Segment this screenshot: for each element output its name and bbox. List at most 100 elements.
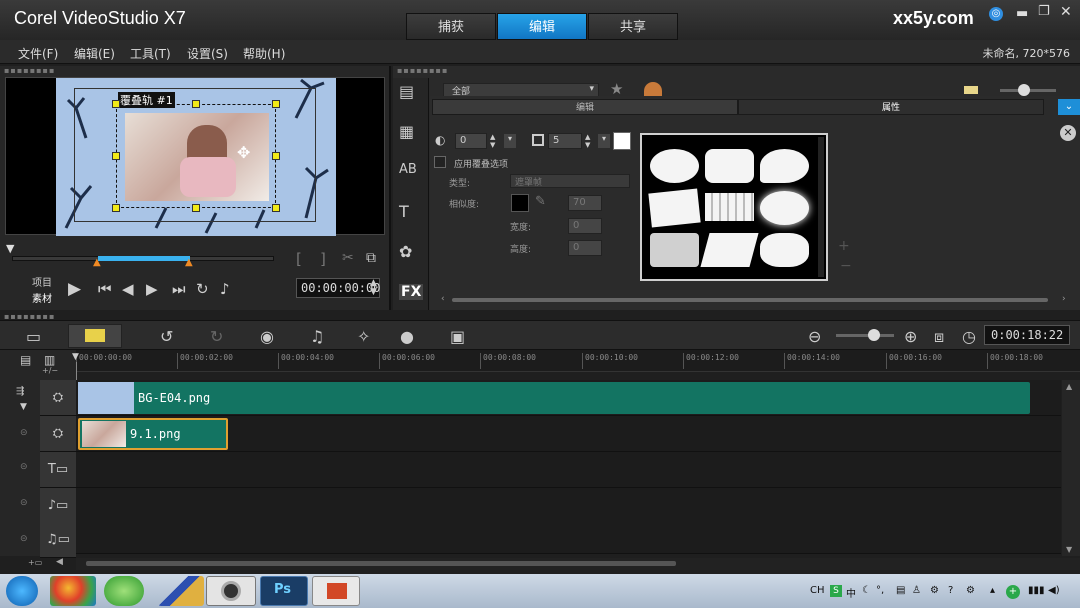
previous-frame-icon[interactable]: ◀ <box>122 280 134 298</box>
mask-shatter[interactable] <box>700 233 759 267</box>
transparency-stepper-icon[interactable]: ▲ ▼ <box>490 133 495 149</box>
resize-handle-t[interactable] <box>192 100 200 108</box>
overlay-track-header-icon[interactable]: ⛭ <box>40 416 76 452</box>
menu-help[interactable]: 帮助(H) <box>243 45 285 62</box>
mode-project[interactable]: 项目 <box>32 274 52 289</box>
subtab-properties[interactable]: 属性 <box>738 99 1044 115</box>
clip-bg-e04[interactable]: BG-E04.png <box>78 382 1030 414</box>
menu-file[interactable]: 文件(F) <box>18 45 58 62</box>
media-icon[interactable]: ▤ <box>399 82 414 101</box>
tab-edit[interactable]: 编辑 <box>497 13 587 40</box>
overlay-selection[interactable]: ✥ <box>116 104 276 208</box>
scroll-up-icon[interactable]: ▲ <box>1066 382 1072 391</box>
key-color-swatch[interactable] <box>511 194 529 212</box>
mask-speech-bubble[interactable] <box>760 149 809 183</box>
panel-grip[interactable]: ▪▪▪▪▪▪▪▪ <box>4 66 55 75</box>
overlay-track-lock-icon[interactable]: ⊝ <box>20 462 28 472</box>
transition-icon[interactable]: ▦ <box>399 122 414 141</box>
timeline-grip[interactable]: ▪▪▪▪▪▪▪▪ <box>4 312 55 321</box>
tab-capture[interactable]: 捕获 <box>406 13 496 40</box>
menu-settings[interactable]: 设置(S) <box>187 45 228 62</box>
transparency-field[interactable]: 0 <box>455 133 487 149</box>
transparency-dropdown-icon[interactable]: ▾ <box>504 134 516 148</box>
tab-share[interactable]: 共享 <box>588 13 678 40</box>
thumbnail-size-knob[interactable] <box>1018 84 1030 96</box>
timeline-ruler[interactable]: 00:00:00:00 00:00:02:00 00:00:04:00 00:0… <box>76 350 1080 372</box>
apply-overlay-checkbox[interactable] <box>434 156 446 168</box>
graphics-icon[interactable]: ✿ <box>399 242 412 261</box>
mask-film-strip[interactable] <box>705 193 754 221</box>
mask-cloud[interactable] <box>760 233 809 267</box>
cookie-icon[interactable] <box>644 82 662 96</box>
close-icon[interactable]: ✕ <box>1060 4 1072 20</box>
tray-ime-icon[interactable]: S <box>830 585 842 597</box>
help-globe-icon[interactable]: ◎ <box>989 7 1003 21</box>
tray-chinese-icon[interactable]: 中 <box>846 585 856 600</box>
ripple-edit-icon[interactable]: ⇶ <box>16 386 24 397</box>
border-field[interactable]: 5 <box>548 133 582 149</box>
type-dropdown[interactable]: 遮罩帧 <box>510 174 630 188</box>
taskbar-powerpoint-icon[interactable] <box>312 576 360 606</box>
tray-expand-icon[interactable]: ▴ <box>990 585 995 596</box>
border-dropdown-icon[interactable]: ▾ <box>598 134 610 148</box>
width-field[interactable]: 0 <box>568 218 602 234</box>
resize-handle-tr[interactable] <box>272 100 280 108</box>
title-track-header-icon[interactable]: T▭ <box>40 452 76 488</box>
mask-frame-gallery[interactable] <box>640 133 828 281</box>
video-track-lock-icon[interactable]: ⊝ <box>20 428 28 438</box>
tray-security-icon[interactable]: + <box>1006 585 1020 599</box>
motion-tracking-icon[interactable]: ● <box>400 327 414 346</box>
tray-settings-icon[interactable]: ⚙ <box>966 585 975 596</box>
taskbar-paint-icon[interactable] <box>158 576 204 606</box>
sound-mixer-icon[interactable]: ♫ <box>310 327 324 346</box>
tray-keyboard-icon[interactable]: ▤ <box>896 585 905 596</box>
resize-handle-l[interactable] <box>112 152 120 160</box>
timeline-scroll-left-icon[interactable]: ◀ <box>56 557 63 567</box>
playhead-icon[interactable]: ▼ <box>72 352 79 362</box>
tray-tools-icon[interactable]: ⚙ <box>930 585 939 596</box>
mark-in-button[interactable]: [ <box>296 250 302 268</box>
height-field[interactable]: 0 <box>568 240 602 256</box>
thumbnail-icon[interactable] <box>964 86 978 94</box>
resize-handle-tl[interactable] <box>112 100 120 108</box>
home-icon[interactable]: ⏮ <box>98 280 112 298</box>
trim-start-icon[interactable]: ▲ <box>93 257 101 268</box>
resize-handle-br[interactable] <box>272 204 280 212</box>
preview-screen[interactable]: ✥ 覆叠轨 #1 <box>5 77 385 236</box>
resize-handle-r[interactable] <box>272 152 280 160</box>
taskbar-360-icon[interactable] <box>104 576 144 606</box>
scrubber-handle-icon[interactable]: ▼ <box>6 242 14 255</box>
tray-network-icon[interactable]: ▮▮▮ <box>1028 585 1045 596</box>
preview-timecode[interactable]: 00:00:00:00 <box>296 278 380 298</box>
next-frame-icon[interactable]: ▶ <box>146 280 158 298</box>
mask-rounded-rect[interactable] <box>705 149 754 183</box>
zoom-out-icon[interactable]: ⊖ <box>808 327 821 346</box>
library-grip[interactable]: ▪▪▪▪▪▪▪▪ <box>397 66 448 75</box>
text-icon[interactable]: T <box>399 202 409 221</box>
zoom-slider[interactable] <box>836 334 894 337</box>
title-icon[interactable]: AB <box>399 162 417 177</box>
gallery-scrollbar[interactable] <box>818 137 824 277</box>
eyedropper-icon[interactable]: ✎ <box>535 194 546 209</box>
split-clip-icon[interactable]: ✂ <box>342 250 354 266</box>
scroll-right-icon[interactable]: › <box>1062 294 1066 304</box>
tray-language[interactable]: CH <box>810 585 825 596</box>
clip-9-1[interactable]: 9.1.png <box>78 418 228 450</box>
video-track-header-icon[interactable]: ⛭ <box>40 380 76 416</box>
storyboard-view-icon[interactable]: ▭ <box>26 327 41 346</box>
scroll-down-icon[interactable]: ▼ <box>1066 545 1072 554</box>
repeat-icon[interactable]: ↻ <box>196 280 209 298</box>
menu-edit[interactable]: 编辑(E) <box>74 45 115 62</box>
timecode-stepper-icon[interactable]: ▲ ▼ <box>370 279 377 297</box>
tray-user-icon[interactable]: ♙ <box>912 585 921 596</box>
title-track[interactable] <box>76 452 1061 488</box>
track-manager-icon[interactable]: ▥ <box>44 353 55 367</box>
music-track[interactable] <box>76 522 1061 554</box>
mode-clip[interactable]: 素材 <box>32 290 52 305</box>
mask-torn-paper[interactable] <box>648 188 701 228</box>
add-track-icon[interactable]: +▭ <box>28 558 42 567</box>
restore-icon[interactable]: ❐ <box>1038 4 1050 19</box>
tray-help-icon[interactable]: ? <box>948 585 953 596</box>
minimize-icon[interactable]: ▬ <box>1016 6 1028 21</box>
tray-volume-icon[interactable]: ◀) <box>1048 585 1060 596</box>
